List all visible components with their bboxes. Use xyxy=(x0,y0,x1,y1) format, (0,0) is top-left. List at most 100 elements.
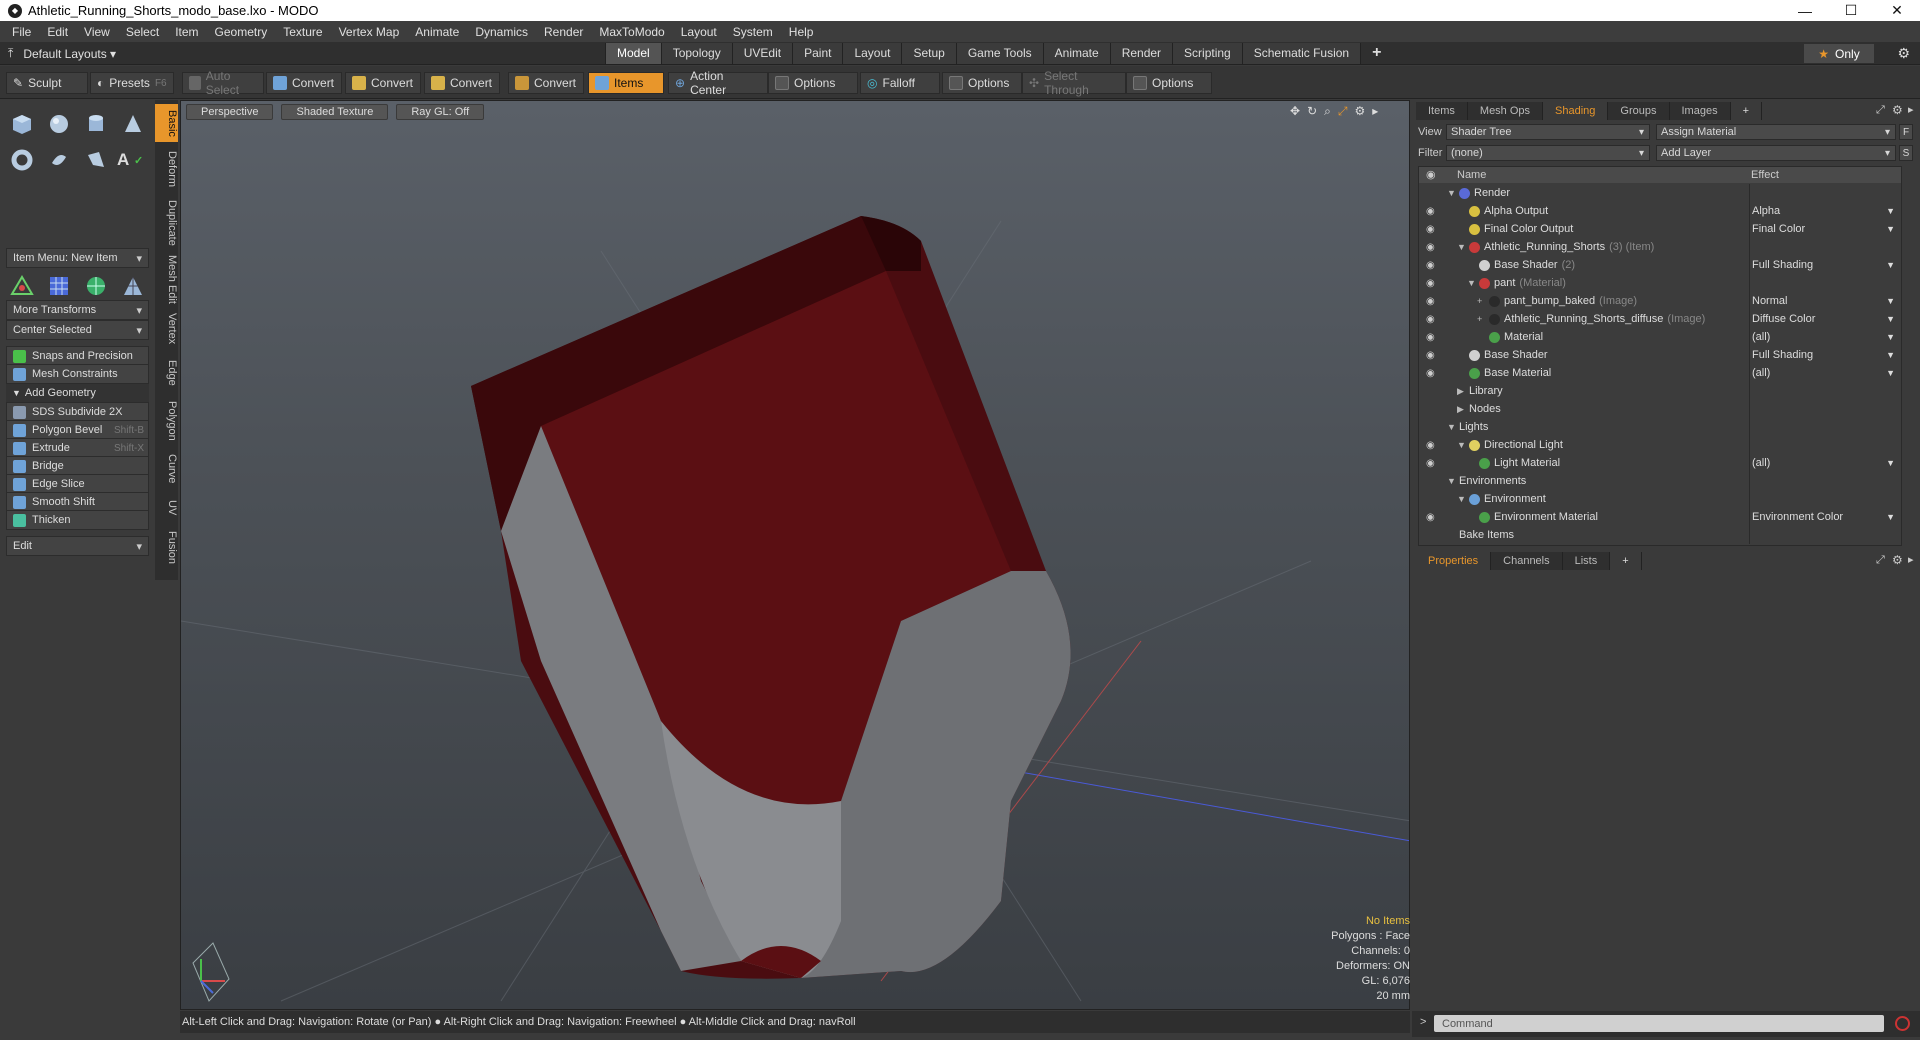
tool-thicken-button[interactable]: Thicken xyxy=(6,510,149,530)
visibility-eye-icon[interactable]: ◉ xyxy=(1426,260,1435,271)
close-button[interactable]: ✕ xyxy=(1874,0,1920,21)
props-gear-icon[interactable]: ⚙ xyxy=(1892,553,1903,567)
lower-tab-properties[interactable]: Properties xyxy=(1416,552,1492,570)
props-menu-icon[interactable]: ▸ xyxy=(1908,553,1914,566)
visibility-eye-icon[interactable]: ◉ xyxy=(1426,350,1435,361)
add-lower-tab-button[interactable]: + xyxy=(1610,552,1642,570)
expand-toggle-icon[interactable]: ▼ xyxy=(1467,278,1476,288)
menu-edit[interactable]: Edit xyxy=(41,25,74,39)
mesh-constraints-button[interactable]: Mesh Constraints xyxy=(6,364,149,384)
add-right-tab-button[interactable]: + xyxy=(1731,102,1763,120)
cylinder-icon[interactable] xyxy=(80,108,111,140)
menu-system[interactable]: System xyxy=(727,25,779,39)
tree-row[interactable]: ◉ ▼ pant (Material) xyxy=(1419,274,1901,292)
visibility-eye-icon[interactable]: ◉ xyxy=(1426,368,1435,379)
capsule-icon[interactable] xyxy=(43,144,74,176)
effect-cell[interactable]: Normal ▼ xyxy=(1749,292,1901,310)
right-tab-groups[interactable]: Groups xyxy=(1608,102,1670,120)
view-dropdown[interactable]: Shader Tree xyxy=(1446,124,1650,140)
tool-sds-subdivide-2x-button[interactable]: SDS Subdivide 2X xyxy=(6,402,149,422)
vtab-fusion[interactable]: Fusion xyxy=(155,526,178,570)
tree-row[interactable]: ▶ Nodes xyxy=(1419,400,1901,418)
layout-pin-icon[interactable]: ⤒ xyxy=(8,46,13,61)
tree-row[interactable]: ◉ Base Shader Full Shading ▼ xyxy=(1419,346,1901,364)
only-toggle[interactable]: ★ Only xyxy=(1804,44,1874,63)
tool-polygon-bevel-button[interactable]: Polygon Bevel Shift-B xyxy=(6,420,149,440)
lower-tab-lists[interactable]: Lists xyxy=(1562,552,1611,570)
filter-dropdown[interactable]: (none) xyxy=(1446,145,1650,161)
sphere-icon[interactable] xyxy=(43,108,74,140)
tree-row[interactable]: ◉ + Athletic_Running_Shorts_diffuse (Image)… xyxy=(1419,310,1901,328)
globe-icon[interactable] xyxy=(80,270,111,302)
menu-geometry[interactable]: Geometry xyxy=(209,25,274,39)
tree-row[interactable]: ▶ Library xyxy=(1419,382,1901,400)
pyramid-icon[interactable] xyxy=(117,270,148,302)
f-button[interactable]: F xyxy=(1899,124,1913,140)
tree-row[interactable]: ◉ Base Material (all) ▼ xyxy=(1419,364,1901,382)
text-tool-icon[interactable]: A ✓ xyxy=(117,144,148,176)
more-transforms-dropdown[interactable]: More Transforms xyxy=(6,300,149,320)
rotate-icon[interactable]: ↻ xyxy=(1307,104,1317,119)
tree-row[interactable]: ◉ ▼ Athletic_Running_Shorts (3) (Item) xyxy=(1419,238,1901,256)
viewport-menu-icon[interactable]: ▸ xyxy=(1372,104,1378,119)
menu-maxtomodo[interactable]: MaxToModo xyxy=(593,25,670,39)
props-expand-icon[interactable]: ⤢ xyxy=(1876,554,1885,567)
visibility-eye-icon[interactable]: ◉ xyxy=(1426,242,1435,253)
edit-dropdown[interactable]: Edit xyxy=(6,536,149,556)
expand-toggle-icon[interactable]: ▼ xyxy=(1457,440,1466,450)
auto-select-button[interactable]: Auto Select xyxy=(182,69,264,97)
menu-dynamics[interactable]: Dynamics xyxy=(469,25,534,39)
layout-tab-setup[interactable]: Setup xyxy=(901,43,956,64)
menu-texture[interactable]: Texture xyxy=(277,25,328,39)
assign-material-dropdown[interactable]: Assign Material xyxy=(1656,124,1896,140)
vtab-vertex[interactable]: Vertex xyxy=(155,308,178,350)
layout-tab-game-tools[interactable]: Game Tools xyxy=(955,43,1043,64)
default-layouts-dropdown[interactable]: Default Layouts ▾ xyxy=(23,47,116,61)
menu-vertex-map[interactable]: Vertex Map xyxy=(333,25,406,39)
vtab-curve[interactable]: Curve xyxy=(155,448,178,490)
falloff-button[interactable]: ◎ Falloff xyxy=(860,72,940,94)
expand-toggle-icon[interactable]: + xyxy=(1477,296,1482,306)
tree-row[interactable]: ◉ Alpha Output Alpha ▼ xyxy=(1419,202,1901,220)
expand-icon[interactable]: ⤢ xyxy=(1876,104,1885,117)
tree-row[interactable]: ▼ Render xyxy=(1419,184,1901,202)
visibility-eye-icon[interactable]: ◉ xyxy=(1426,440,1435,451)
ray-gl-button[interactable]: Ray GL: Off xyxy=(396,104,485,120)
expand-toggle-icon[interactable]: + xyxy=(1477,314,1482,324)
falloff-options-button[interactable]: Options xyxy=(942,72,1022,94)
expand-toggle-icon[interactable]: ▼ xyxy=(1457,494,1466,504)
effect-cell[interactable]: Final Color ▼ xyxy=(1749,220,1901,238)
zoom-icon[interactable]: ⌕ xyxy=(1324,104,1331,119)
tree-row[interactable]: ◉ + pant_bump_baked (Image) Normal ▼ xyxy=(1419,292,1901,310)
visibility-eye-icon[interactable]: ◉ xyxy=(1426,332,1435,343)
command-input[interactable]: Command xyxy=(1434,1015,1884,1032)
tree-row[interactable]: ▼ Lights xyxy=(1419,418,1901,436)
menu-help[interactable]: Help xyxy=(783,25,820,39)
select-options-button[interactable]: Options xyxy=(1126,72,1212,94)
tree-row[interactable]: ◉ Environment Material Environment Color ▼ xyxy=(1419,508,1901,526)
add-layer-dropdown[interactable]: Add Layer xyxy=(1656,145,1896,161)
visibility-eye-icon[interactable]: ◉ xyxy=(1426,224,1435,235)
layout-tab-topology[interactable]: Topology xyxy=(660,43,732,64)
convert-polygons-button[interactable]: Convert xyxy=(424,72,500,94)
effect-cell[interactable]: (all) ▼ xyxy=(1749,454,1901,472)
layout-tab-animate[interactable]: Animate xyxy=(1042,43,1110,64)
menu-view[interactable]: View xyxy=(78,25,116,39)
vtab-edge[interactable]: Edge xyxy=(155,352,178,394)
tool-edge-slice-button[interactable]: Edge Slice xyxy=(6,474,149,494)
sculpt-button[interactable]: ✎ Sculpt xyxy=(6,72,88,94)
snaps-precision-button[interactable]: Snaps and Precision xyxy=(6,346,149,366)
tree-row[interactable]: ▼ Environment xyxy=(1419,490,1901,508)
layout-tab-render[interactable]: Render xyxy=(1109,43,1173,64)
gear-icon[interactable]: ⚙ xyxy=(1897,45,1910,62)
vtab-mesh-edit[interactable]: Mesh Edit xyxy=(155,252,178,306)
effect-cell[interactable]: Diffuse Color ▼ xyxy=(1749,310,1901,328)
menu-animate[interactable]: Animate xyxy=(409,25,465,39)
convert-materials-button[interactable]: Convert xyxy=(508,72,584,94)
effect-cell[interactable]: Full Shading ▼ xyxy=(1749,346,1901,364)
vtab-duplicate[interactable]: Duplicate xyxy=(155,196,178,250)
layout-tab-scripting[interactable]: Scripting xyxy=(1172,43,1242,64)
effect-cell[interactable]: Environment Color ▼ xyxy=(1749,508,1901,526)
fit-icon[interactable]: ⤢ xyxy=(1338,104,1348,119)
tree-row[interactable]: ◉ ▼ Directional Light xyxy=(1419,436,1901,454)
